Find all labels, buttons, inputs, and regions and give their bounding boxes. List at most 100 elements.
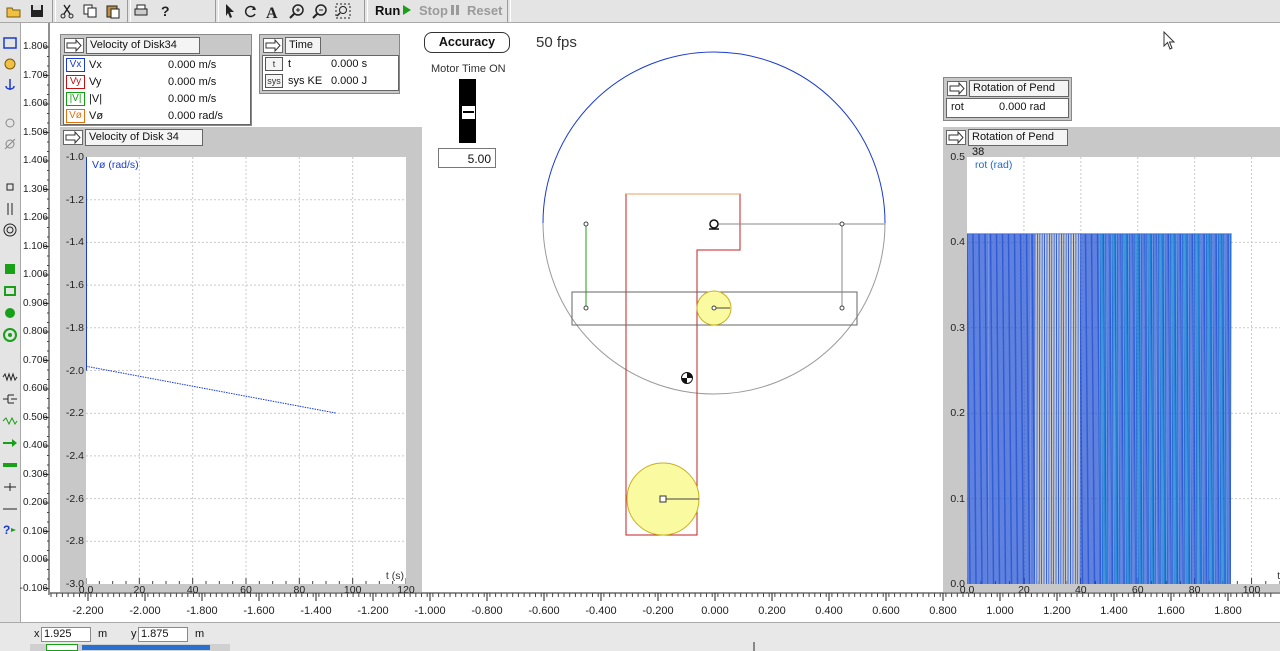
meter-menu-icon[interactable] <box>947 81 967 96</box>
gear-green-icon[interactable] <box>2 327 18 343</box>
horizontal-ruler-label: -1.000 <box>414 605 446 617</box>
copy-icon[interactable] <box>82 3 98 19</box>
damper-icon[interactable] <box>2 391 18 407</box>
joint-green-icon[interactable] <box>2 261 18 277</box>
actuator-icon[interactable] <box>2 435 18 451</box>
meter-row-tag-icon[interactable]: t <box>265 57 283 71</box>
meter-row-tag-icon[interactable]: Vø <box>66 109 85 123</box>
reset-button[interactable]: Reset <box>467 3 502 18</box>
horizontal-ruler-label: 0.400 <box>815 605 843 617</box>
text-tool-icon[interactable]: A <box>265 3 281 22</box>
save-icon[interactable] <box>29 3 45 19</box>
vertical-ruler-label: 0.006 <box>22 554 48 565</box>
separator-icon[interactable] <box>2 501 18 517</box>
meter-row-value: 0.000 s <box>331 58 368 70</box>
motor-slider[interactable] <box>459 79 476 143</box>
zoom-in-icon[interactable] <box>289 3 305 19</box>
y-tick-label: -2.4 <box>65 449 84 462</box>
y-coord-field[interactable]: 1.875 <box>138 627 188 642</box>
vertical-ruler-label: 0.806 <box>22 326 48 337</box>
vertical-ruler-label: 1.506 <box>22 126 48 138</box>
graph-menu-icon[interactable] <box>946 130 966 145</box>
zoom-fit-icon[interactable] <box>335 3 351 19</box>
zoom-out-icon[interactable] <box>312 3 328 19</box>
horizontal-ruler-label: -2.200 <box>72 605 104 617</box>
pin-point[interactable] <box>583 221 589 227</box>
split-tool-icon[interactable] <box>2 201 18 217</box>
y-tick-label: 0.4 <box>950 236 965 249</box>
cut-icon[interactable] <box>59 3 75 19</box>
slot-joint-icon[interactable] <box>2 136 18 152</box>
vertical-ruler-label: 1.606 <box>22 98 48 109</box>
print-icon[interactable] <box>133 3 149 19</box>
time-meter[interactable]: Time t t 0.000 s sys sys KE 0.000 J <box>259 34 400 94</box>
rectangle-tool-icon[interactable] <box>2 35 18 51</box>
velocity-meter[interactable]: Velocity of Disk34 Vx Vx 0.000 m/s Vy Vy 0.00… <box>60 34 252 126</box>
large-circle-top-arc[interactable] <box>542 51 886 224</box>
pin-point[interactable] <box>839 305 845 311</box>
pin-point[interactable] <box>583 305 589 311</box>
pointer-tool-icon[interactable] <box>222 3 238 19</box>
ring-tool-icon[interactable] <box>2 222 18 238</box>
toolbar-separator <box>127 0 131 22</box>
rotate-tool-icon[interactable] <box>243 3 259 19</box>
meter-row-tag-icon[interactable]: Vy <box>66 75 85 89</box>
torque-icon[interactable] <box>2 479 18 495</box>
vertical-ruler-label: 0.406 <box>22 440 48 451</box>
horizontal-ruler-label: -0.800 <box>471 605 503 617</box>
horizontal-ruler-label: -0.400 <box>585 605 617 617</box>
pivot-joint[interactable] <box>709 219 719 229</box>
horizontal-ruler-label: 1.800 <box>1214 605 1242 617</box>
meter-menu-icon[interactable] <box>263 38 283 53</box>
stop-button[interactable]: Stop <box>419 3 460 18</box>
paste-icon[interactable] <box>105 3 121 19</box>
graph-title: Velocity of Disk 34 <box>85 129 203 146</box>
query-icon[interactable]: ? <box>2 521 18 537</box>
rotation-graph[interactable]: Rotation of Pend 38 rot (rad) t 0.5 0.4 0.… <box>943 127 1280 596</box>
meter-row-tag-icon[interactable]: |V| <box>66 92 85 106</box>
open-folder-icon[interactable] <box>6 3 22 19</box>
meter-row-value: 0.000 m/s <box>168 59 217 71</box>
vertical-ruler-label: 1.006 <box>22 269 48 280</box>
x-tick-label: 20 <box>133 584 146 596</box>
meter-row-tag-icon[interactable]: sys <box>265 74 283 88</box>
circle-tool-icon[interactable] <box>2 56 18 72</box>
pin-joint-icon[interactable] <box>2 115 18 131</box>
large-disk-center <box>659 495 667 503</box>
meter-row-tag-icon[interactable]: Vx <box>66 58 85 72</box>
anchor-tool-icon[interactable] <box>2 77 18 93</box>
horizontal-ruler-label: -0.200 <box>642 605 674 617</box>
pin-point[interactable] <box>839 221 845 227</box>
vertical-ruler: 1.806 1.706 1.606 1.506 1.406 1.306 1.206 1.106… <box>20 23 50 595</box>
help-icon[interactable]: ? <box>157 3 173 19</box>
velocity-graph[interactable]: Velocity of Disk 34 Vø (rad/s) t (s) -1.… <box>60 127 422 596</box>
rotation-meter[interactable]: Rotation of Pend 38 rot 0.000 rad <box>943 77 1072 121</box>
joint-green-2-icon[interactable] <box>2 283 18 299</box>
motor-value-field[interactable]: 5.00 <box>438 148 496 168</box>
meter-title: Time <box>285 37 321 54</box>
horizontal-ruler-label: -0.600 <box>528 605 560 617</box>
run-button[interactable]: Run <box>375 3 412 18</box>
graph-title: Rotation of Pend 38 <box>968 129 1068 158</box>
y-tick-label: -2.2 <box>65 407 84 420</box>
motor-slider-thumb[interactable] <box>461 105 476 120</box>
simulation-canvas[interactable] <box>530 45 900 545</box>
spring-icon[interactable] <box>2 369 18 385</box>
accuracy-button[interactable]: Accuracy <box>424 32 510 53</box>
graph-menu-icon[interactable] <box>63 130 83 145</box>
meter-menu-icon[interactable] <box>64 38 84 53</box>
x-tick-label: 20 <box>1018 584 1030 596</box>
meter-row-value: 0.000 m/s <box>168 76 217 88</box>
y-tick-label: -1.8 <box>65 321 84 334</box>
rope-icon[interactable] <box>2 413 18 429</box>
vertical-ruler-label: 0.906 <box>22 297 48 309</box>
x-tick-label: 80 <box>293 584 306 596</box>
x-coord-field[interactable]: 1.925 <box>41 627 91 642</box>
motor-green-icon[interactable] <box>2 305 18 321</box>
y-tick-label: 0.3 <box>950 321 965 334</box>
force-icon[interactable] <box>2 457 18 473</box>
meter-row-label: Vø <box>89 110 104 122</box>
horizontal-ruler-label: 1.000 <box>986 605 1014 617</box>
point-tool-icon[interactable] <box>2 179 18 195</box>
horizontal-ruler-label: -1.400 <box>300 605 332 617</box>
